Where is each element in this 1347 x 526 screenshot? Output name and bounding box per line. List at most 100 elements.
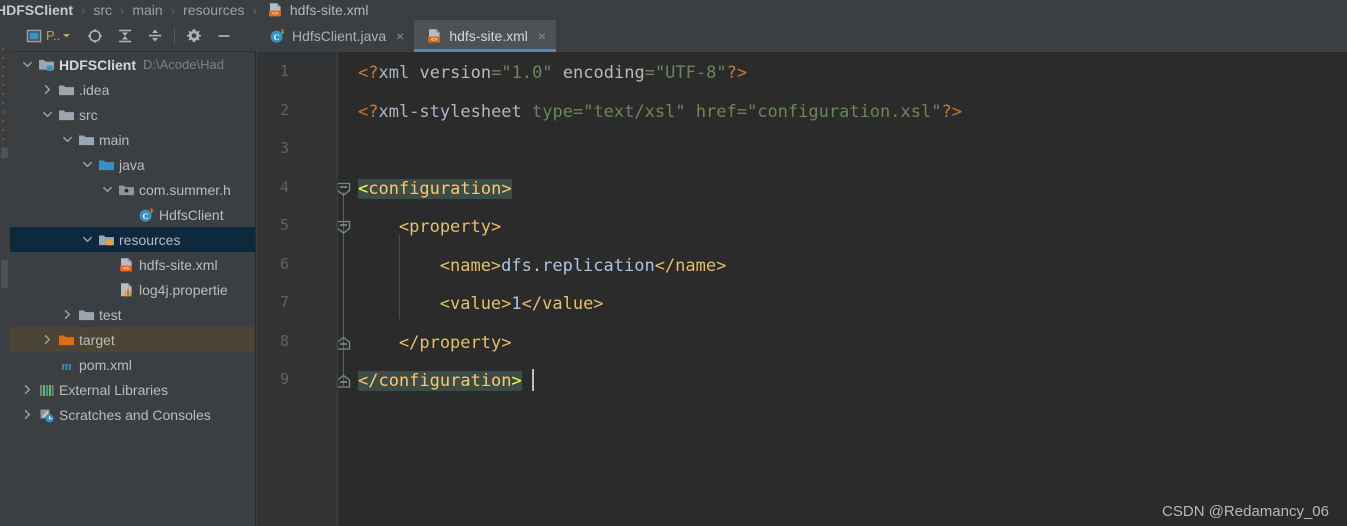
tree-expander[interactable] (80, 233, 94, 247)
code-line-9[interactable]: </configuration> (358, 362, 522, 401)
tree-item-resources[interactable]: resources (10, 227, 255, 252)
tree-expander[interactable] (20, 383, 34, 397)
code-line-4[interactable]: <configuration> (358, 170, 512, 209)
hide-panel-button[interactable] (216, 24, 232, 48)
expand-all-button[interactable] (117, 24, 133, 48)
tree-item-icon: <> (118, 257, 135, 273)
chevron-right-icon[interactable] (22, 384, 33, 395)
tree-item-icon (118, 182, 135, 198)
chevron-right-icon[interactable] (22, 409, 33, 420)
tree-expander[interactable] (20, 408, 34, 422)
xml-file-icon: <> (120, 257, 132, 272)
svg-text:<>: <> (123, 266, 130, 272)
chevron-down-icon[interactable] (82, 159, 93, 170)
code-line-7[interactable]: <value>1</value> (440, 285, 604, 324)
tree-item-icon (98, 157, 115, 173)
code-token: </value> (521, 294, 604, 314)
code-token: </property> (398, 332, 512, 353)
code-token: = (644, 63, 655, 83)
code-token: <property> (398, 217, 502, 237)
strip-tool-button[interactable] (1, 148, 8, 158)
chevron-down-icon[interactable] (82, 234, 93, 245)
chevron-right-icon[interactable] (42, 84, 53, 95)
chevron-right-icon[interactable] (62, 309, 73, 320)
project-tree[interactable]: HDFSClient D:\Acode\Had .idea src main java co… (10, 52, 256, 526)
tree-item--idea[interactable]: .idea (10, 77, 255, 102)
tab-close-icon[interactable]: × (396, 29, 404, 43)
editor-gutter[interactable]: 1 2 3 4 5 6 7 8 9 (257, 52, 337, 526)
code-token: type="text/xsl" (532, 101, 686, 122)
line-number: 9 (279, 370, 289, 388)
strip-tool-button-2[interactable] (1, 260, 8, 288)
breadcrumb-item-hdfsclient[interactable]: HDFSClient (0, 2, 73, 18)
line-number: 8 (279, 331, 289, 350)
tree-item-main[interactable]: main (10, 127, 255, 152)
breadcrumb-item-label: hdfs-site.xml (289, 2, 369, 18)
code-line-text: <?xml-stylesheet type="text/xsl" href="c… (358, 102, 962, 122)
tree-item-icon (78, 132, 95, 148)
tree-item-hdfsclient[interactable]: HDFSClient D:\Acode\Had (10, 52, 255, 77)
settings-button[interactable] (186, 24, 202, 48)
chevron-down-icon[interactable] (62, 134, 73, 145)
tab-hdfsclient-java[interactable]: C HdfsClient.java × (257, 20, 414, 52)
resources-folder-icon (99, 235, 114, 245)
tree-expander[interactable] (20, 58, 34, 72)
tree-item-path: D:\Acode\Had (143, 57, 224, 72)
tree-item-com-summer-h[interactable]: com.summer.h (10, 177, 255, 202)
tree-item-label: .idea (79, 81, 110, 98)
breadcrumb-item-main[interactable]: main (132, 2, 162, 18)
line-number: 4 (279, 177, 289, 196)
code-line-5[interactable]: <property> (399, 208, 501, 247)
code-line-text: <configuration> (358, 178, 512, 199)
tree-item-icon (98, 232, 115, 248)
tree-item-external-libraries[interactable]: External Libraries (10, 377, 255, 402)
code-line-6[interactable]: <name>dfs.replication</name> (440, 247, 727, 286)
tree-expander[interactable] (40, 333, 54, 347)
tab-hdfs-site-xml[interactable]: <> hdfs-site.xml × (414, 20, 557, 52)
tree-item-test[interactable]: test (10, 302, 255, 327)
tree-item-icon (58, 332, 75, 348)
tab-close-icon[interactable]: × (538, 29, 546, 43)
tree-expander[interactable] (40, 108, 54, 122)
tree-item-target[interactable]: target (10, 327, 255, 352)
project-view-label: P.. (46, 28, 61, 43)
libraries-icon (40, 384, 54, 396)
tree-expander[interactable] (40, 83, 54, 97)
tree-expander[interactable] (60, 133, 74, 147)
line-number: 2 (279, 100, 289, 119)
tree-item-pom-xml[interactable]: m pom.xml (10, 352, 255, 377)
code-line-8[interactable]: </property> (399, 324, 512, 363)
tree-item-java[interactable]: java (10, 152, 255, 177)
ide-window: HDFSClient › src › main › resources › <> hdfs-sit… (0, 0, 1347, 526)
tab-label: hdfs-site.xml (449, 28, 528, 44)
collapse-all-button[interactable] (147, 24, 163, 48)
tree-item-hdfs-site-xml[interactable]: <> hdfs-site.xml (10, 252, 255, 277)
breadcrumb-item-resources[interactable]: resources (183, 2, 244, 18)
tree-expander[interactable] (60, 308, 74, 322)
breadcrumb-item-hdfs-site-xml[interactable]: <> hdfs-site.xml (265, 2, 369, 18)
fold-column[interactable] (330, 52, 358, 526)
tree-item-label: pom.xml (79, 356, 132, 373)
code-line-1[interactable]: <?xml version="1.0" encoding="UTF-8"?> (358, 54, 747, 93)
chevron-down-icon[interactable] (22, 59, 33, 70)
locate-file-button[interactable] (87, 24, 103, 48)
breadcrumb-item-src[interactable]: src (93, 2, 112, 18)
code-editor[interactable]: 123456789 <?xml version="1.0" encoding="… (257, 52, 1347, 526)
chevron-down-icon[interactable] (102, 184, 113, 195)
package-icon (119, 185, 134, 195)
chevron-right-icon[interactable] (42, 334, 53, 345)
code-content[interactable]: <?xml version="1.0" encoding="UTF-8"?> <?… (358, 52, 1347, 526)
tree-item-label: HdfsClient (159, 206, 224, 223)
tree-expander[interactable] (100, 183, 114, 197)
chevron-down-icon[interactable] (42, 109, 53, 120)
tree-item-icon (38, 407, 55, 423)
tree-expander[interactable] (80, 158, 94, 172)
tree-item-scratches-and-consoles[interactable]: Scratches and Consoles (10, 402, 255, 427)
project-view-dropdown[interactable]: P.. (26, 24, 71, 48)
tree-item-log4j-propertie[interactable]: log4j.propertie (10, 277, 255, 302)
tree-item-hdfsclient[interactable]: C HdfsClient (10, 202, 255, 227)
code-line-2[interactable]: <?xml-stylesheet type="text/xsl" href="c… (358, 93, 962, 132)
code-line-text: <name>dfs.replication</name> (440, 256, 727, 276)
tree-item-src[interactable]: src (10, 102, 255, 127)
